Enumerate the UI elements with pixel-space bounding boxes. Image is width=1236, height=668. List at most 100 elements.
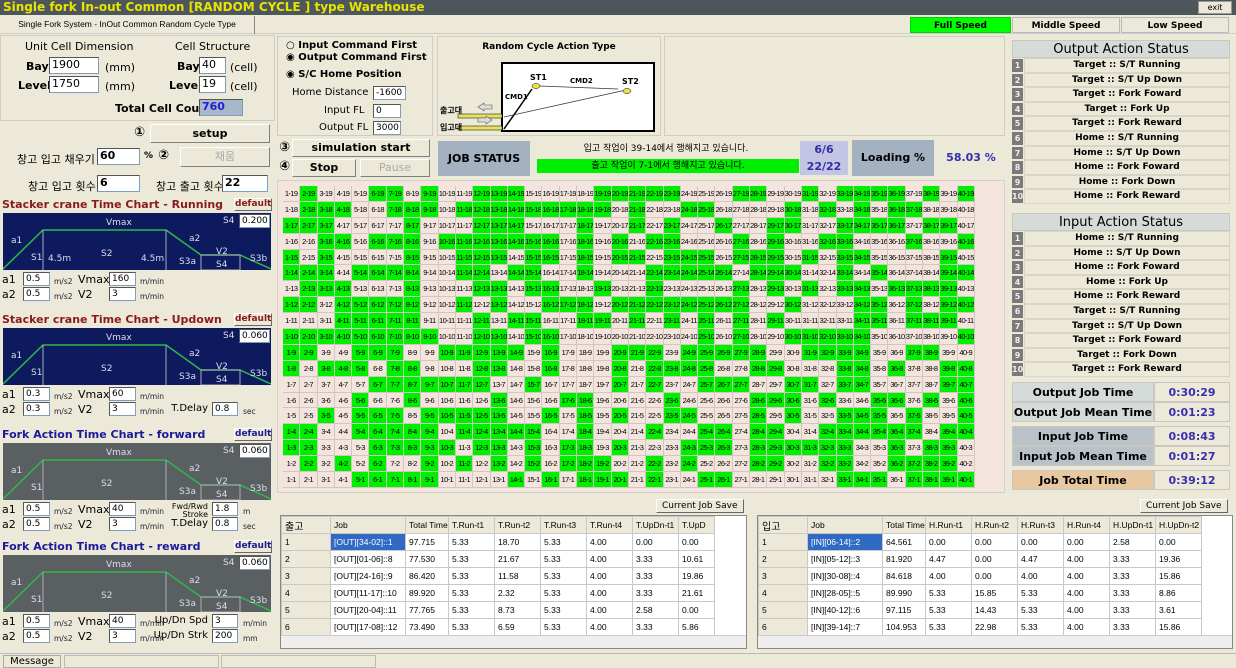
rack-cell-empty[interactable]: 9-16 [421,233,439,250]
rack-cell-occupied[interactable]: 15-7 [525,376,543,393]
rack-cell-occupied[interactable]: 40-4 [957,424,975,441]
rack-cell-occupied[interactable]: 2-17 [300,217,318,234]
rack-cell-empty[interactable]: 27-14 [732,265,751,282]
rack-cell-occupied[interactable]: 34-1 [853,472,872,488]
rack-cell-empty[interactable]: 39-5 [940,408,958,425]
rack-cell-empty[interactable]: 13-11 [490,313,508,330]
table-row[interactable]: 6 [IN][39-14]::7 104.953 5.33 22.98 5.33 4.00 3… [758,618,1202,636]
rack-cell-occupied[interactable]: 16-5 [542,408,560,425]
rack-cell-empty[interactable]: 22-15 [646,249,664,266]
rack-cell-empty[interactable]: 4-15 [334,249,353,266]
rack-cell-occupied[interactable]: 37-4 [905,424,923,441]
rack-cell-occupied[interactable]: 14-1 [507,472,526,488]
rack-cell-empty[interactable]: 27-8 [732,360,751,377]
rack-cell-occupied[interactable]: 13-19 [490,186,508,202]
rack-cell-empty[interactable]: 5-13 [352,281,370,298]
rack-cell-empty[interactable]: 17-15 [559,249,578,266]
rack-cell-empty[interactable]: 31-4 [801,424,820,441]
rack-cell-empty[interactable]: 23-18 [663,201,681,218]
rack-cell-empty[interactable]: 10-15 [438,249,456,266]
rack-cell-empty[interactable]: 16-11 [542,313,560,330]
rack-cell-occupied[interactable]: 20-1 [611,472,629,488]
rack-cell-empty[interactable]: 19-10 [594,329,612,345]
rack-cell-occupied[interactable]: 12-4 [473,424,491,441]
rack-cell-empty[interactable]: 10-1 [438,472,456,488]
rack-cell-occupied[interactable]: 22-9 [646,344,664,361]
rack-cell-occupied[interactable]: 22-14 [646,265,664,282]
rack-cell-empty[interactable]: 22-11 [646,313,664,330]
rack-cell-occupied[interactable]: 34-4 [853,424,872,441]
rack-cell-occupied[interactable]: 29-3 [767,440,785,457]
rack-cell-occupied[interactable]: 6-9 [369,344,387,361]
rack-cell-occupied[interactable]: 22-2 [646,456,664,473]
rack-cell-empty[interactable]: 27-1 [732,472,751,488]
rack-cell-occupied[interactable]: 11-18 [455,201,474,218]
column-header[interactable]: Total Time [405,516,449,534]
rack-cell-occupied[interactable]: 24-14 [680,265,699,282]
chart-param-input[interactable]: 3 [109,402,136,416]
rack-cell-empty[interactable]: 34-14 [853,265,872,282]
rack-cell-empty[interactable]: 1-5 [283,408,301,425]
rack-cell-occupied[interactable]: 22-1 [646,472,664,488]
rack-cell-occupied[interactable]: 2-10 [300,329,318,345]
rack-cell-occupied[interactable]: 39-14 [940,265,958,282]
rack-cell-occupied[interactable]: 25-9 [698,344,716,361]
rack-cell-occupied[interactable]: 33-8 [836,360,854,377]
rack-cell-empty[interactable]: 29-7 [767,376,785,393]
rack-cell-occupied[interactable]: 1-12 [283,297,301,314]
rack-cell-empty[interactable]: 37-17 [905,217,923,234]
rack-cell-occupied[interactable]: 35-1 [871,472,889,488]
rack-cell-empty[interactable]: 27-6 [732,392,751,409]
rack-cell-occupied[interactable]: 6-4 [369,424,387,441]
rack-cell-occupied[interactable]: 7-16 [386,233,405,250]
rack-cell-occupied[interactable]: 16-10 [542,329,560,345]
rack-cell-occupied[interactable]: 38-9 [922,344,941,361]
rack-cell-occupied[interactable]: 37-11 [905,313,923,330]
rack-cell-empty[interactable]: 16-7 [542,376,560,393]
rack-cell-occupied[interactable]: 38-19 [922,186,941,202]
rack-cell-empty[interactable]: 23-4 [663,424,681,441]
rack-cell-occupied[interactable]: 21-12 [628,297,647,314]
rack-cell-occupied[interactable]: 1-10 [283,329,301,345]
rack-cell-empty[interactable]: 28-11 [750,313,768,330]
rack-cell-empty[interactable]: 3-4 [317,424,335,441]
rack-cell-occupied[interactable]: 5-11 [352,313,370,330]
rack-cell-occupied[interactable]: 25-7 [698,376,716,393]
rack-cell-occupied[interactable]: 36-2 [888,456,906,473]
rack-cell-empty[interactable]: 12-2 [473,456,491,473]
rack-cell-empty[interactable]: 2-16 [300,233,318,250]
rack-cell-empty[interactable]: 20-2 [611,456,629,473]
rack-cell-occupied[interactable]: 36-13 [888,281,906,298]
default-button[interactable]: default [234,428,272,441]
rack-cell-empty[interactable]: 34-6 [853,392,872,409]
rack-cell-empty[interactable]: 35-3 [871,440,889,457]
rack-cell-empty[interactable]: 31-16 [801,233,820,250]
column-header[interactable]: Job [807,516,883,534]
bay-dimension-input[interactable]: 1900 [49,57,99,74]
chart-param-input[interactable]: 3 [212,614,238,628]
rack-cell-empty[interactable]: 1-13 [283,281,301,298]
rack-cell-empty[interactable]: 21-16 [628,233,647,250]
rack-cell-occupied[interactable]: 35-19 [871,186,889,202]
rack-cell-empty[interactable]: 10-19 [438,186,456,202]
rack-cell-empty[interactable]: 29-9 [767,344,785,361]
rack-cell-occupied[interactable]: 6-7 [369,376,387,393]
rack-cell-empty[interactable]: 20-4 [611,424,629,441]
rack-cell-occupied[interactable]: 8-4 [404,424,422,441]
rack-cell-occupied[interactable]: 24-2 [680,456,699,473]
rack-cell-occupied[interactable]: 20-16 [611,233,629,250]
rack-cell-occupied[interactable]: 37-12 [905,297,923,314]
rack-cell-occupied[interactable]: 11-16 [455,233,474,250]
rack-cell-empty[interactable]: 26-10 [715,329,733,345]
rack-cell-occupied[interactable]: 8-13 [404,281,422,298]
rack-cell-occupied[interactable]: 25-11 [698,313,716,330]
rack-cell-empty[interactable]: 17-1 [559,472,578,488]
rack-cell-occupied[interactable]: 10-9 [438,344,456,361]
rack-cell-empty[interactable]: 7-15 [386,249,405,266]
rack-cell-empty[interactable]: 19-16 [594,233,612,250]
rack-cell-occupied[interactable]: 34-8 [853,360,872,377]
column-header[interactable]: H.Run-t1 [925,516,972,534]
rack-cell-empty[interactable]: 1-1 [283,472,301,488]
rack-cell-empty[interactable]: 27-4 [732,424,751,441]
rack-cell-occupied[interactable]: 21-11 [628,313,647,330]
